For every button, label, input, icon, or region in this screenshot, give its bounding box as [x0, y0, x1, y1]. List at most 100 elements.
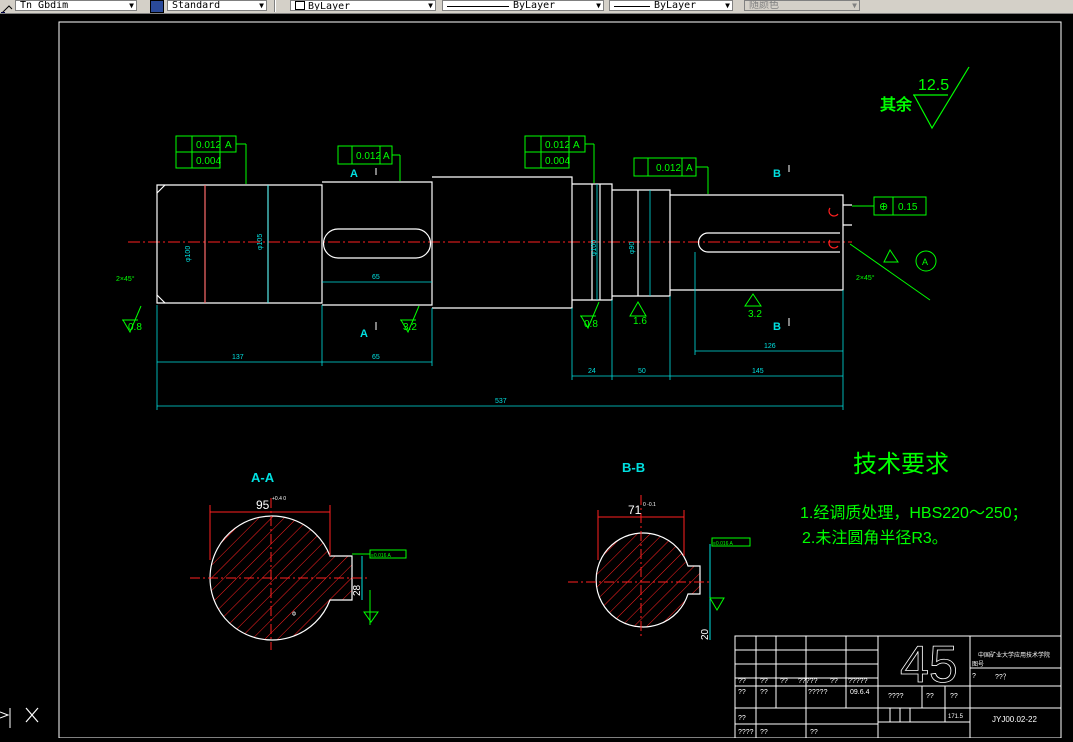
title-q-13: ?? — [738, 715, 746, 722]
technical-requirements: 技术要求 1.经调质处理，HBS220～250； 2.未注圆角半径R3。 — [800, 451, 1028, 547]
gdt-datum-3: A — [573, 140, 580, 151]
title-q-11: ?? — [926, 693, 934, 700]
title-q-12: ?? — [950, 693, 958, 700]
title-q-10: ????? — [808, 689, 828, 696]
aa-width: 95 — [256, 498, 270, 512]
dim-126: 126 — [764, 343, 776, 350]
ucs-icon — [0, 700, 50, 730]
gdt-runout-3: 0.012 — [545, 140, 570, 151]
title-q-14: ???? — [738, 729, 754, 736]
title-q-6: ?? — [830, 678, 838, 685]
datum-a-circle: A — [922, 257, 928, 267]
rough-3.2-left: 3.2 — [403, 322, 417, 333]
title-q-8: ?? — [738, 689, 746, 696]
color-swatch-icon — [295, 1, 305, 10]
aa-key-gdt: ≡0.016 A — [371, 553, 392, 559]
drawing-no-label: 图号 — [972, 661, 984, 668]
linetype-value: ByLayer — [513, 0, 556, 11]
title-q-1: ???? — [888, 693, 904, 700]
roughness-value: 12.5 — [918, 77, 949, 94]
dia-100-right: φ100 — [591, 240, 598, 256]
dim-style-select[interactable]: Standard ▼ — [167, 0, 267, 11]
plotstyle-value: 随颜色 — [749, 0, 779, 11]
lineweight-value: ByLayer — [654, 0, 697, 11]
section-a-bottom: A — [360, 328, 368, 340]
roughness-label: 其余 — [880, 95, 913, 114]
rough-0.8-left: 0.8 — [128, 322, 142, 333]
dia-100-left: φ100 — [185, 246, 192, 262]
dim-style-value: Standard — [172, 0, 221, 11]
section-cut-marks — [375, 165, 790, 330]
section-aa-title: A-A — [251, 470, 275, 485]
roughness-values: 0.8 3.2 0.8 1.6 3.2 — [128, 309, 762, 333]
gdt-datum-4: A — [686, 163, 693, 174]
plotstyle-select[interactable]: 随颜色 ▼ — [744, 0, 860, 11]
dia-105: φ105 — [257, 234, 264, 250]
bb-key-gdt: ≡0.016 A — [713, 541, 734, 547]
gdt-runout-1: 0.012 — [196, 140, 221, 151]
scale: 171.5 — [948, 714, 964, 720]
section-b-top: B — [773, 168, 781, 180]
section-bb-title: B-B — [622, 460, 645, 475]
drawing-frame — [58, 21, 1062, 739]
roughness-default: 其余 12.5 — [880, 66, 970, 130]
title-q-15: ?? — [760, 729, 768, 736]
tech-req-title: 技术要求 — [853, 451, 949, 478]
chevron-down-icon: ▼ — [428, 1, 433, 10]
gdt-runout-4: 0.012 — [656, 163, 681, 174]
color-select[interactable]: ByLayer ▼ — [290, 0, 436, 11]
title-q-9: ?? — [760, 689, 768, 696]
dim-total: 537 — [495, 398, 507, 405]
dim-65: 65 — [372, 354, 380, 361]
title-q-16: ?? — [810, 729, 818, 736]
part-name: ??？ — [995, 673, 1010, 681]
dim-24: 24 — [588, 368, 596, 375]
dim-145: 145 — [752, 368, 764, 375]
material-45: 45 — [900, 636, 958, 694]
chevron-down-icon: ▼ — [259, 1, 264, 10]
title-q-7: ????? — [848, 678, 868, 685]
text-style-icon[interactable] — [0, 0, 13, 13]
gdt-symmetry: 0.15 — [898, 202, 918, 213]
bb-key: 20 — [700, 628, 711, 640]
aa-tol: +0.4 0 — [272, 496, 286, 502]
gdt-datum-1: A — [225, 140, 232, 151]
date: 09.6.4 — [850, 689, 870, 696]
chevron-down-icon: ▼ — [725, 1, 730, 10]
dia-90: φ90 — [629, 242, 636, 254]
school-name: 中国矿业大学应用技术学院 — [978, 651, 1050, 659]
dim-137: 137 — [232, 354, 244, 361]
dimension-lines — [156, 184, 844, 410]
gdt-cyl-1: 0.004 — [196, 156, 221, 167]
gdt-cyl-3: 0.004 — [545, 156, 570, 167]
target-icon: ⊕ — [879, 201, 888, 213]
tech-req-line2: 2.未注圆角半径R3。 — [802, 529, 948, 547]
section-aa: A-A 95 +0.4 0 28 ≡0.016 A ⌀ — [190, 470, 407, 650]
section-markers: A A B B — [350, 168, 781, 340]
title-q-17: ? — [972, 673, 976, 680]
part-code: JYJ00.02-22 — [992, 715, 1037, 724]
drawing-canvas[interactable]: 其余 12.5 137 65 24 50 145 126 537 65 2×45… — [0, 14, 1073, 739]
properties-toolbar: Tn_Gbdim ▼ Standard ▼ ByLayer ▼ ByLayer … — [0, 0, 1073, 14]
bb-width: 71 — [628, 503, 642, 517]
linetype-select[interactable]: ByLayer ▼ — [442, 0, 604, 11]
lineweight-select[interactable]: ByLayer ▼ — [609, 0, 733, 11]
aa-key: 28 — [352, 584, 363, 596]
dim-50: 50 — [638, 368, 646, 375]
dim-style-icon[interactable] — [150, 0, 164, 13]
tech-req-line1: 1.经调质处理，HBS220～250； — [800, 504, 1028, 522]
section-b-bottom: B — [773, 321, 781, 333]
bb-tol: 0 -0.1 — [643, 502, 656, 508]
dim-keyway: 65 — [372, 274, 380, 281]
linetype-preview — [447, 6, 509, 7]
section-bb: B-B 71 0 -0.1 20 ≡0.016 A — [568, 460, 751, 640]
title-q-4: ?? — [780, 678, 788, 685]
rough-3.2-right: 3.2 — [748, 309, 762, 320]
text-style-select[interactable]: Tn_Gbdim ▼ — [15, 0, 137, 11]
lineweight-preview — [614, 6, 650, 7]
chamfer-right: 2×45° — [856, 274, 875, 282]
text-style-value: Tn_Gbdim — [20, 0, 69, 11]
toolbar-separator — [274, 0, 276, 12]
rough-0.8-right: 0.8 — [584, 319, 598, 330]
gdt-datum-2: A — [383, 151, 390, 162]
